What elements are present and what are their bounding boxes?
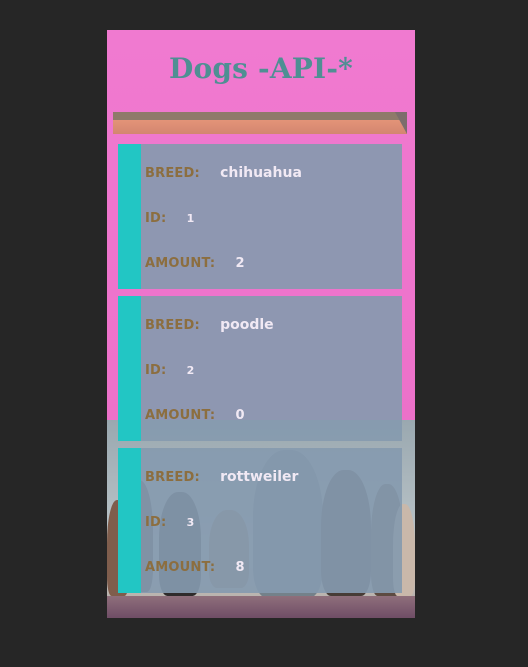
id-row: ID: 1 bbox=[145, 207, 194, 227]
breed-value: chihuahua bbox=[220, 165, 302, 181]
phone-frame: Dogs -API-* BREED: chihuahua ID: 1 AMOUN… bbox=[107, 30, 415, 618]
shelf-front-face bbox=[113, 120, 407, 134]
id-label: ID: bbox=[145, 515, 167, 530]
breed-value: rottweiler bbox=[220, 469, 299, 485]
amount-label: AMOUNT: bbox=[145, 256, 216, 271]
amount-value: 8 bbox=[235, 560, 245, 575]
dog-card: BREED: poodle ID: 2 AMOUNT: 0 bbox=[118, 296, 402, 441]
shelf-top-face bbox=[113, 112, 407, 120]
breed-row: BREED: rottweiler bbox=[145, 466, 298, 486]
card-accent-bar bbox=[118, 296, 141, 441]
page-title: Dogs -API-* bbox=[168, 52, 353, 85]
ground-strip bbox=[107, 596, 415, 618]
page: { "app": { "title": "Dogs -API-*" }, "la… bbox=[0, 0, 528, 667]
id-label: ID: bbox=[145, 211, 167, 226]
amount-label: AMOUNT: bbox=[145, 408, 216, 423]
amount-label: AMOUNT: bbox=[145, 560, 216, 575]
breed-label: BREED: bbox=[145, 166, 200, 181]
amount-value: 0 bbox=[235, 408, 245, 423]
breed-row: BREED: poodle bbox=[145, 314, 274, 334]
id-row: ID: 2 bbox=[145, 359, 194, 379]
amount-row: AMOUNT: 8 bbox=[145, 556, 244, 576]
card-accent-bar bbox=[118, 144, 141, 289]
shelf-side-face bbox=[395, 112, 407, 134]
amount-row: AMOUNT: 2 bbox=[145, 252, 244, 272]
card-accent-bar bbox=[118, 448, 141, 593]
id-value: 2 bbox=[186, 364, 195, 377]
id-label: ID: bbox=[145, 363, 167, 378]
amount-row: AMOUNT: 0 bbox=[145, 404, 244, 424]
dog-card: BREED: rottweiler ID: 3 AMOUNT: 8 bbox=[118, 448, 402, 593]
id-value: 3 bbox=[186, 516, 195, 529]
breed-label: BREED: bbox=[145, 470, 200, 485]
decorative-shelf bbox=[113, 112, 407, 134]
breed-value: poodle bbox=[220, 317, 274, 333]
breed-row: BREED: chihuahua bbox=[145, 162, 302, 182]
breed-label: BREED: bbox=[145, 318, 200, 333]
id-row: ID: 3 bbox=[145, 511, 194, 531]
id-value: 1 bbox=[186, 212, 195, 225]
dog-card: BREED: chihuahua ID: 1 AMOUNT: 2 bbox=[118, 144, 402, 289]
amount-value: 2 bbox=[235, 256, 245, 271]
